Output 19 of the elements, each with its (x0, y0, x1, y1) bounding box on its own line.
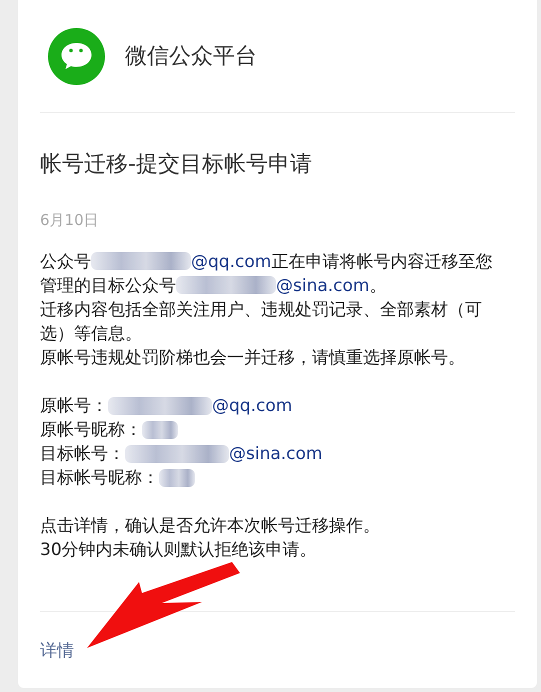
field-label: 原帐号： (40, 395, 108, 418)
details-link[interactable]: 详情 (40, 638, 74, 662)
arrow-icon (87, 562, 240, 648)
email-address: @sina.com (229, 443, 322, 466)
field-label: 目标帐号昵称： (40, 467, 159, 490)
field-label: 目标帐号： (40, 443, 125, 466)
chat-bubble-logo-icon (48, 28, 105, 84)
message-date: 6月10日 (40, 211, 100, 230)
message-note: 点击详情，确认是否允许本次帐号迁移操作。 (40, 515, 381, 538)
message-paragraph: 公众号 @qq.com正在申请将帐号内容迁移至您管理的目标公众号 @sina.com。 (40, 251, 494, 298)
email-address: @qq.com (212, 395, 292, 418)
redaction-blur (142, 421, 178, 439)
message-paragraph: 迁移内容包括全部关注用户、违规处罚记录、全部素材（可选）等信息。 (40, 299, 483, 346)
message-title: 帐号迁移-提交目标帐号申请 (40, 151, 313, 179)
field-label: 原帐号昵称： (40, 419, 142, 442)
redaction-blur (159, 469, 195, 487)
message-paragraph: 原帐号违规处罚阶梯也会一并迁移，请慎重选择原帐号。 (40, 347, 466, 370)
message-note: 30分钟内未确认则默认拒绝该申请。 (40, 539, 318, 562)
account-name: 微信公众平台 (125, 43, 257, 71)
